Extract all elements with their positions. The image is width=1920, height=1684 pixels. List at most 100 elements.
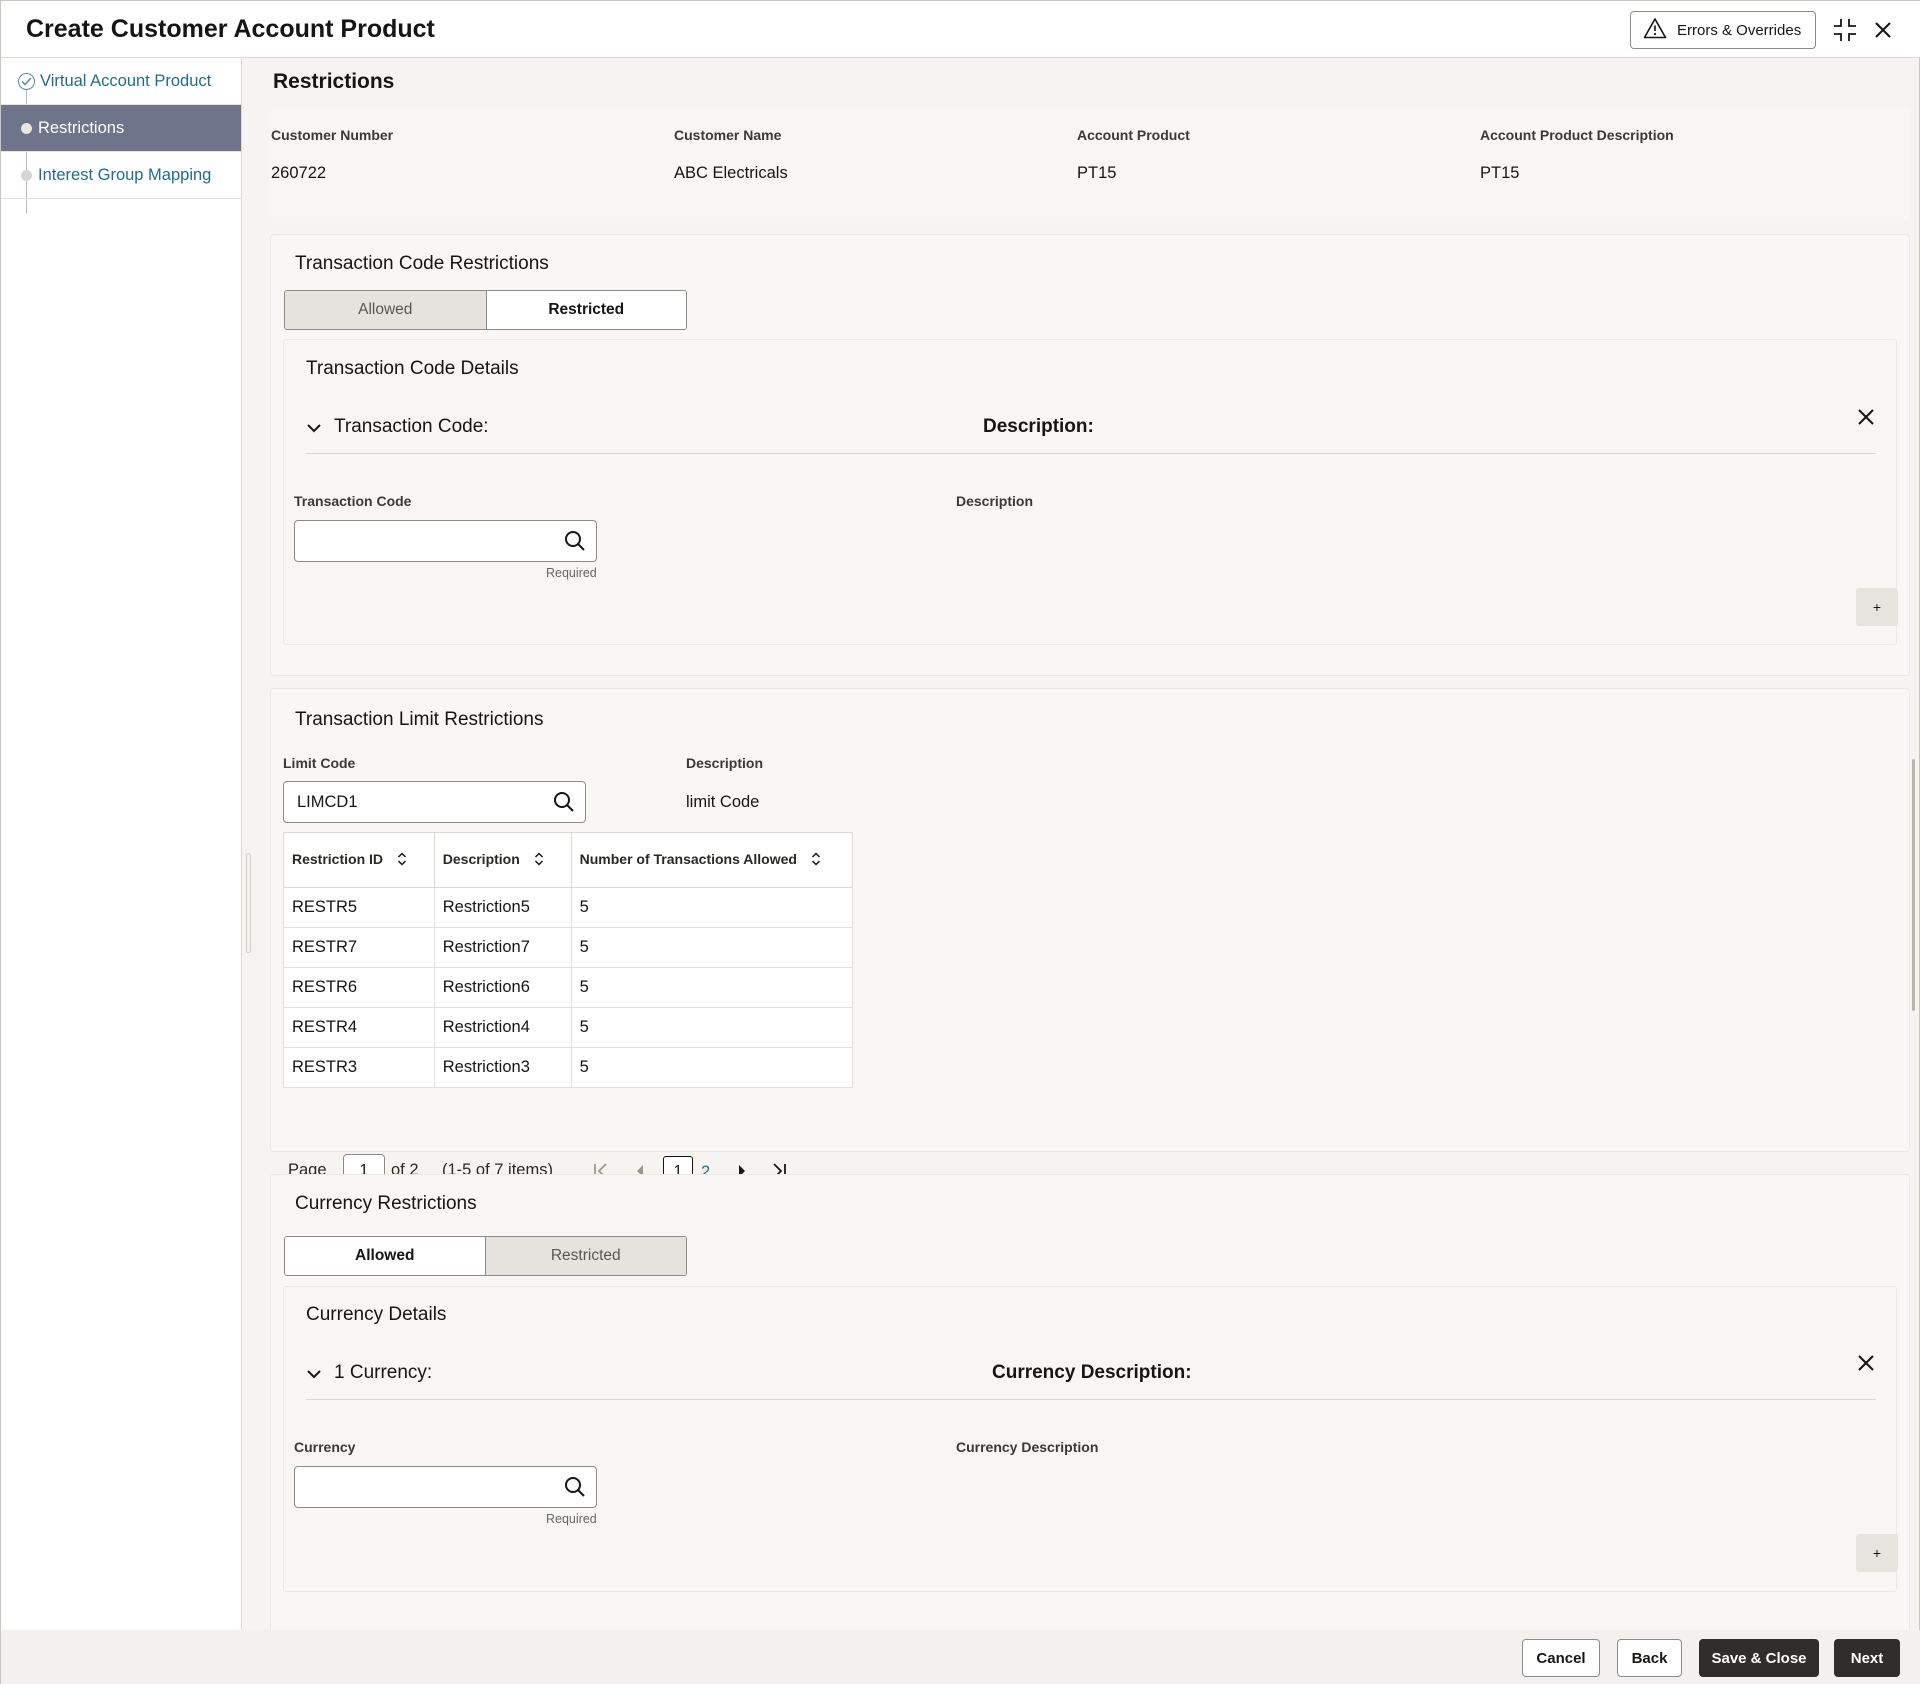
- warning-icon: [1643, 17, 1667, 43]
- column-header-restriction-id[interactable]: Restriction ID: [283, 832, 435, 888]
- vertical-scrollbar[interactable]: [1912, 759, 1915, 1011]
- restriction-id-cell: RESTR7: [283, 927, 435, 968]
- splitter-handle[interactable]: [246, 853, 251, 953]
- restricted-toggle-button[interactable]: Restricted: [485, 1237, 686, 1275]
- group-label: Transaction Code:: [334, 416, 489, 437]
- table-header-row: Restriction ID Description Number of Tra…: [283, 832, 854, 888]
- group-label: 1 Currency:: [334, 1362, 433, 1383]
- description-cell: Restriction6: [433, 967, 572, 1008]
- sidebar-item-interest-group-mapping[interactable]: Interest Group Mapping: [1, 152, 241, 199]
- save-close-button[interactable]: Save & Close: [1699, 1639, 1819, 1677]
- section-title: Transaction Limit Restrictions: [295, 709, 544, 730]
- transaction-code-group-header[interactable]: Transaction Code: Description:: [306, 408, 1876, 454]
- column-header-description[interactable]: Description: [433, 832, 572, 888]
- description-cell: Restriction4: [433, 1007, 572, 1048]
- cancel-button[interactable]: Cancel: [1522, 1639, 1600, 1677]
- currency-toggle: Allowed Restricted: [284, 1236, 687, 1276]
- close-icon[interactable]: [1857, 1354, 1875, 1377]
- transaction-code-input[interactable]: [294, 520, 597, 562]
- app-window: Create Customer Account Product Errors &…: [0, 0, 1920, 1684]
- summary-panel: Customer Number 260722 Customer Name ABC…: [270, 107, 1910, 219]
- sort-icon[interactable]: [811, 852, 821, 869]
- column-header-transactions-allowed[interactable]: Number of Transactions Allowed: [570, 832, 854, 888]
- table-row[interactable]: RESTR3 Restriction3 5: [283, 1047, 854, 1088]
- currency-input[interactable]: [294, 1466, 597, 1508]
- count-cell: 5: [570, 1007, 854, 1048]
- limit-description-label: Description: [686, 755, 764, 771]
- sidebar-item-restrictions[interactable]: Restrictions: [1, 105, 241, 152]
- errors-overrides-button[interactable]: Errors & Overrides: [1630, 11, 1816, 49]
- restriction-id-cell: RESTR4: [283, 1007, 435, 1048]
- minimize-icon[interactable]: [1830, 15, 1860, 45]
- transaction-code-label: Transaction Code: [294, 493, 412, 509]
- limit-code-label: Limit Code: [283, 755, 356, 771]
- group-description-label: Description:: [983, 416, 1094, 437]
- section-title: Currency Restrictions: [295, 1193, 477, 1214]
- restriction-id-cell: RESTR5: [283, 887, 435, 928]
- currency-label: Currency: [294, 1439, 356, 1455]
- sidebar-item-label: Restrictions: [38, 118, 125, 137]
- count-cell: 5: [570, 1047, 854, 1088]
- limit-code-input[interactable]: LIMCD1: [283, 781, 586, 823]
- count-cell: 5: [570, 967, 854, 1008]
- back-button[interactable]: Back: [1617, 1639, 1682, 1677]
- required-hint: Required: [546, 1512, 597, 1526]
- allowed-toggle-button[interactable]: Allowed: [285, 1237, 486, 1275]
- account-product-value: PT15: [1077, 164, 1117, 182]
- step-dot-icon: [21, 170, 32, 181]
- restriction-id-cell: RESTR6: [283, 967, 435, 1008]
- next-button[interactable]: Next: [1834, 1639, 1900, 1677]
- check-icon: [18, 73, 35, 90]
- sidebar: Virtual Account Product Restrictions Int…: [1, 58, 242, 1630]
- sidebar-item-virtual-account-product[interactable]: Virtual Account Product: [1, 58, 241, 105]
- chevron-down-icon[interactable]: [306, 421, 322, 439]
- currency-restrictions-section: Currency Restrictions Allowed Restricted…: [270, 1174, 1910, 1672]
- add-row-button[interactable]: +: [1856, 588, 1898, 626]
- card-title: Transaction Code Details: [306, 358, 519, 379]
- restrictions-table: Restriction ID Description Number of Tra…: [283, 832, 854, 1088]
- description-cell: Restriction7: [433, 927, 572, 968]
- search-icon[interactable]: [553, 791, 575, 818]
- txn-code-toggle: Allowed Restricted: [284, 290, 687, 330]
- card-title: Currency Details: [306, 1304, 447, 1325]
- sidebar-item-label: Virtual Account Product: [40, 71, 212, 90]
- description-label: Description: [956, 493, 1034, 509]
- add-row-button[interactable]: +: [1856, 1534, 1898, 1572]
- currency-group-header[interactable]: 1 Currency: Currency Description:: [306, 1354, 1876, 1400]
- step-dot-icon: [21, 123, 32, 134]
- customer-number-value: 260722: [271, 164, 327, 182]
- restricted-toggle-button[interactable]: Restricted: [485, 291, 686, 329]
- account-product-description-value: PT15: [1480, 164, 1520, 182]
- description-cell: Restriction5: [433, 887, 572, 928]
- section-title: Transaction Code Restrictions: [295, 253, 549, 274]
- account-product-description-label: Account Product Description: [1480, 127, 1674, 143]
- account-product-label: Account Product: [1077, 127, 1190, 143]
- section-heading: Restrictions: [273, 70, 395, 93]
- close-icon[interactable]: [1868, 15, 1898, 45]
- errors-overrides-label: Errors & Overrides: [1677, 21, 1802, 39]
- count-cell: 5: [570, 927, 854, 968]
- close-icon[interactable]: [1857, 408, 1875, 431]
- allowed-toggle-button[interactable]: Allowed: [285, 291, 486, 329]
- table-row[interactable]: RESTR7 Restriction7 5: [283, 927, 854, 968]
- required-hint: Required: [546, 566, 597, 580]
- currency-details-card: Currency Details 1 Currency: Currency De…: [283, 1286, 1898, 1592]
- chevron-down-icon[interactable]: [306, 1367, 322, 1385]
- table-row[interactable]: RESTR4 Restriction4 5: [283, 1007, 854, 1048]
- customer-name-label: Customer Name: [674, 127, 782, 143]
- sort-icon[interactable]: [397, 852, 407, 869]
- restriction-id-cell: RESTR3: [283, 1047, 435, 1088]
- currency-description-label: Currency Description: [956, 1439, 1099, 1455]
- table-row[interactable]: RESTR5 Restriction5 5: [283, 887, 854, 928]
- header-bar: Create Customer Account Product Errors &…: [1, 1, 1920, 58]
- transaction-code-details-card: Transaction Code Details Transaction Cod…: [283, 339, 1898, 645]
- description-cell: Restriction3: [433, 1047, 572, 1088]
- sort-icon[interactable]: [534, 852, 544, 869]
- customer-name-value: ABC Electricals: [674, 164, 788, 182]
- count-cell: 5: [570, 887, 854, 928]
- search-icon[interactable]: [564, 530, 586, 557]
- search-icon[interactable]: [564, 1476, 586, 1503]
- table-row[interactable]: RESTR6 Restriction6 5: [283, 967, 854, 1008]
- page-title: Create Customer Account Product: [26, 15, 435, 43]
- group-description-label: Currency Description:: [992, 1362, 1192, 1383]
